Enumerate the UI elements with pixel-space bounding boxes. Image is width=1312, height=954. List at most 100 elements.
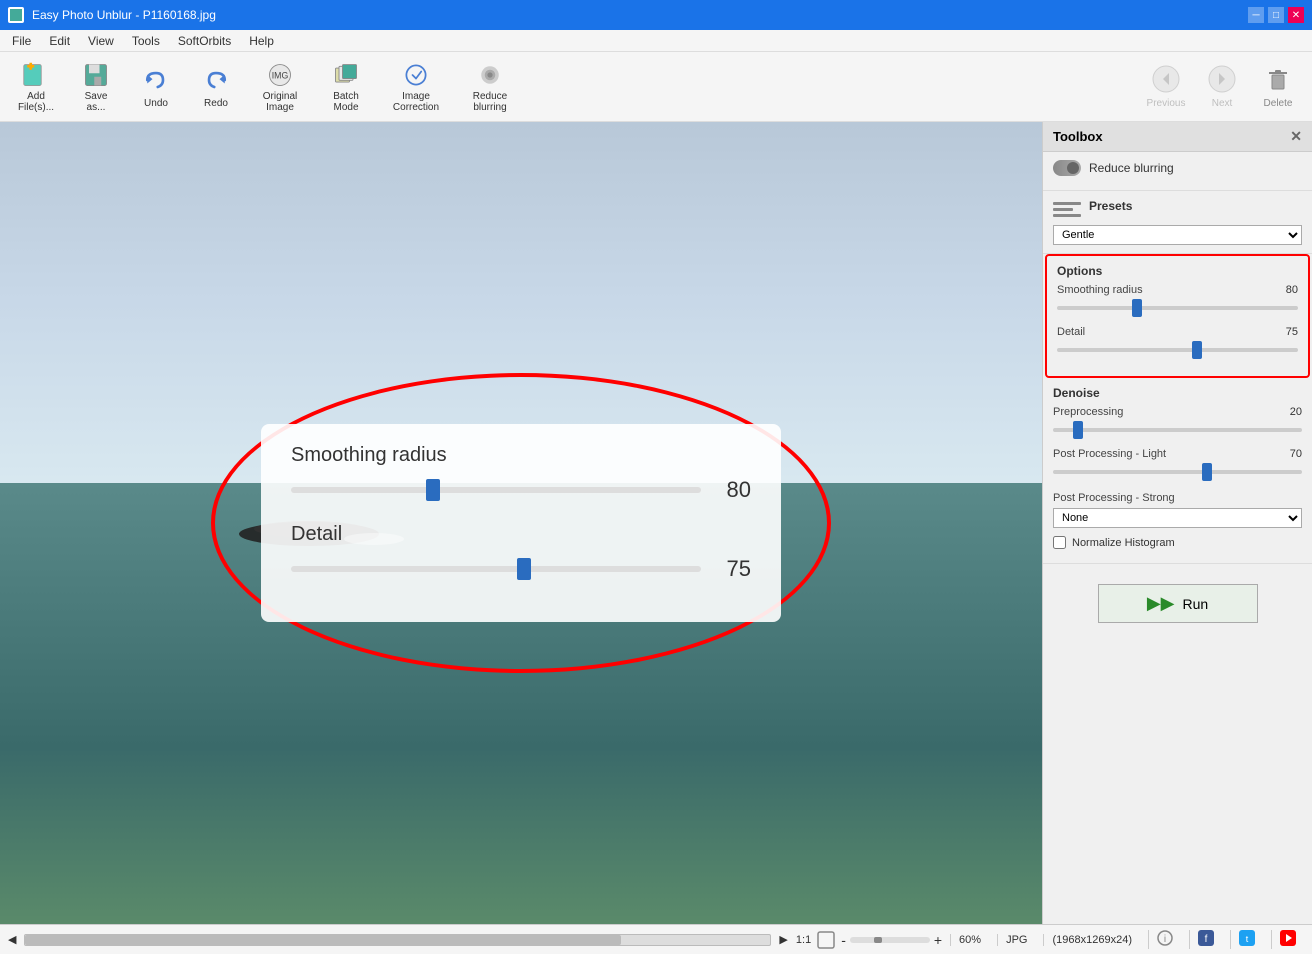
zoom-minus[interactable]: - (841, 932, 846, 948)
tooltip-detail-slider[interactable] (291, 566, 701, 572)
delete-button[interactable]: Delete (1252, 57, 1304, 117)
toolbox-header: Toolbox ✕ (1043, 122, 1312, 152)
image-correction-label: Image Correction (393, 91, 439, 113)
original-icon: IMG (264, 61, 296, 89)
batch-mode-button[interactable]: Batch Mode (316, 57, 376, 117)
tooltip-detail-section: Detail 75 (291, 523, 751, 582)
toolbox-close-button[interactable]: ✕ (1290, 128, 1302, 145)
tooltip-detail-thumb[interactable] (517, 558, 531, 580)
post-processing-strong-row: Post Processing - Strong None Light Medi… (1053, 490, 1302, 528)
options-title: Options (1057, 264, 1298, 278)
add-files-button[interactable]: Add File(s)... (8, 57, 64, 117)
zoom-percent: 60% (950, 934, 989, 946)
detail-label-row: Detail 75 (1057, 326, 1298, 338)
preprocessing-value: 20 (1290, 406, 1302, 418)
menu-view[interactable]: View (80, 32, 122, 50)
window-title: Easy Photo Unblur - P1160168.jpg (32, 8, 1240, 22)
photo-container: Smoothing radius 80 Detail (0, 122, 1042, 924)
preprocessing-track (1053, 428, 1302, 432)
preprocessing-thumb[interactable] (1073, 421, 1083, 439)
normalize-histogram-checkbox[interactable] (1053, 536, 1066, 549)
facebook-icon[interactable]: f (1189, 930, 1222, 949)
post-processing-strong-select[interactable]: None Light Medium Strong (1053, 508, 1302, 528)
reduce-blurring-section: Reduce blurring (1043, 152, 1312, 191)
slider-tooltip: Smoothing radius 80 Detail (261, 424, 781, 622)
preprocessing-label-row: Preprocessing 20 (1053, 406, 1302, 418)
image-correction-button[interactable]: Image Correction (380, 57, 452, 117)
scroll-left-arrow[interactable]: ◀ (8, 933, 16, 946)
original-image-label: Original Image (263, 91, 297, 113)
scroll-right-arrow[interactable]: ▶ (779, 933, 787, 946)
toolbar-right: Previous Next Delete (1140, 57, 1304, 117)
tooltip-smoothing-label: Smoothing radius (291, 444, 751, 467)
menu-file[interactable]: File (4, 32, 39, 50)
maximize-button[interactable]: □ (1268, 7, 1284, 23)
detail-thumb[interactable] (1192, 341, 1202, 359)
undo-button[interactable]: Undo (128, 57, 184, 117)
menu-edit[interactable]: Edit (41, 32, 78, 50)
previous-button[interactable]: Previous (1140, 57, 1192, 117)
undo-label: Undo (144, 98, 168, 109)
preprocessing-slider-container[interactable] (1053, 420, 1302, 440)
svg-text:IMG: IMG (272, 70, 289, 80)
tooltip-smoothing-row: 80 (291, 477, 751, 503)
smoothing-radius-thumb[interactable] (1132, 299, 1142, 317)
tooltip-detail-value: 75 (711, 556, 751, 582)
redo-button[interactable]: Redo (188, 57, 244, 117)
window-controls[interactable]: ─ □ ✕ (1248, 7, 1304, 23)
reduce-blurring-button[interactable]: Reduce blurring (456, 57, 524, 117)
zoom-controls: 1:1 - + (796, 929, 942, 951)
smoothing-label-row: Smoothing radius 80 (1057, 284, 1298, 296)
horizontal-scrollbar[interactable] (24, 934, 771, 946)
original-image-button[interactable]: IMG Original Image (248, 57, 312, 117)
ppl-slider-container[interactable] (1053, 462, 1302, 482)
toolbox-panel: Toolbox ✕ Reduce blurring Presets Gentle (1042, 122, 1312, 924)
run-section: ▶▶ Run (1043, 564, 1312, 643)
normalize-histogram-row: Normalize Histogram (1053, 536, 1302, 549)
denoise-section: Denoise Preprocessing 20 Post Processing… (1043, 378, 1312, 564)
post-processing-light-row: Post Processing - Light 70 (1053, 448, 1302, 482)
reduce-blurring-toggle-icon[interactable] (1053, 160, 1081, 176)
tooltip-detail-label: Detail (291, 523, 751, 546)
smoothing-radius-row: Smoothing radius 80 (1057, 284, 1298, 318)
preprocessing-row: Preprocessing 20 (1053, 406, 1302, 440)
svg-text:f: f (1205, 934, 1208, 945)
tooltip-smoothing-thumb[interactable] (426, 479, 440, 501)
detail-row: Detail 75 (1057, 326, 1298, 360)
pps-label: Post Processing - Strong (1053, 492, 1175, 504)
redo-label: Redo (204, 98, 228, 109)
tooltip-smoothing-slider[interactable] (291, 487, 701, 493)
tooltip-smoothing-value: 80 (711, 477, 751, 503)
prev-icon (1152, 65, 1180, 96)
twitter-icon[interactable]: t (1230, 930, 1263, 949)
info-icon[interactable]: i (1148, 930, 1181, 949)
save-as-button[interactable]: Save as... (68, 57, 124, 117)
ppl-thumb[interactable] (1202, 463, 1212, 481)
normalize-histogram-label[interactable]: Normalize Histogram (1072, 537, 1175, 549)
ppl-label-row: Post Processing - Light 70 (1053, 448, 1302, 460)
presets-icon-row: Presets (1053, 199, 1302, 219)
close-button[interactable]: ✕ (1288, 7, 1304, 23)
next-icon (1208, 65, 1236, 96)
presets-select[interactable]: Gentle Standard Strong Custom (1053, 225, 1302, 245)
file-format: JPG (997, 934, 1035, 946)
zoom-slider[interactable] (850, 937, 930, 943)
run-button[interactable]: ▶▶ Run (1098, 584, 1258, 623)
zoom-plus[interactable]: + (934, 932, 942, 948)
menu-softorbits[interactable]: SoftOrbits (170, 32, 239, 50)
presets-icon (1053, 199, 1081, 219)
svg-text:i: i (1164, 934, 1166, 945)
detail-value: 75 (1286, 326, 1298, 338)
detail-slider-container[interactable] (1057, 340, 1298, 360)
save-icon (80, 61, 112, 89)
menu-help[interactable]: Help (241, 32, 282, 50)
minimize-button[interactable]: ─ (1248, 7, 1264, 23)
title-bar: Easy Photo Unblur - P1160168.jpg ─ □ ✕ (0, 0, 1312, 30)
menu-tools[interactable]: Tools (124, 32, 168, 50)
smoothing-radius-label: Smoothing radius (1057, 284, 1143, 296)
next-button[interactable]: Next (1196, 57, 1248, 117)
smoothing-radius-slider-container[interactable] (1057, 298, 1298, 318)
smoothing-radius-value: 80 (1286, 284, 1298, 296)
image-area[interactable]: Smoothing radius 80 Detail (0, 122, 1042, 924)
youtube-icon[interactable] (1271, 930, 1304, 949)
